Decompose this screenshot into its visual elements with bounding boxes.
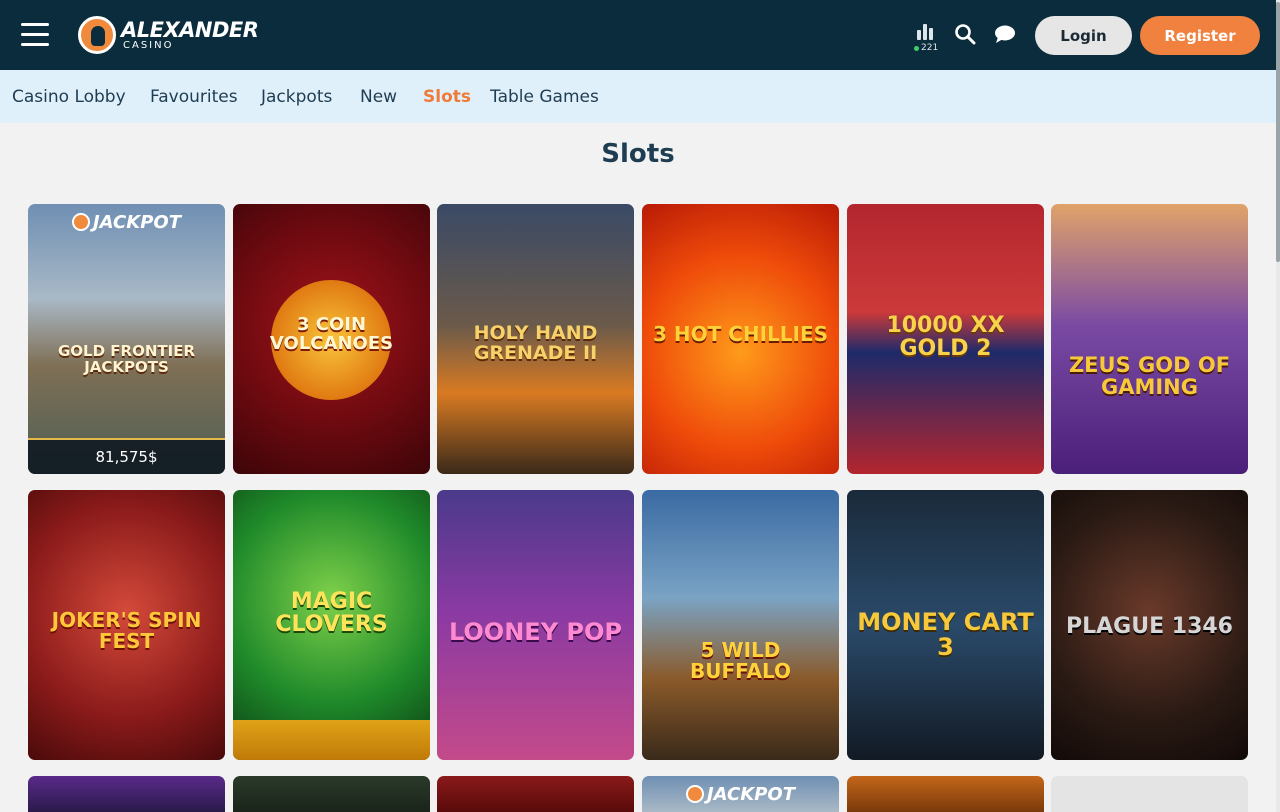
game-tile-zeus-god-of-gaming[interactable]: ZEUS GOD OF GAMING [1051,204,1248,474]
game-title: MONEY CART 3 [857,608,1034,662]
game-tile-3-hot-chillies[interactable]: 3 HOT CHILLIES [642,204,839,474]
tab-jackpots[interactable]: Jackpots [261,87,332,107]
game-title: LOONEY POP [448,618,623,646]
search-icon[interactable] [954,23,976,45]
jackpot-amount: 81,575$ [28,438,225,474]
page-scrollbar[interactable] [1276,0,1280,812]
scrollbar-thumb[interactable] [1276,2,1280,262]
game-tile-row3-2[interactable] [233,776,430,812]
game-tile-row3-3[interactable] [437,776,634,812]
game-title: ZEUS GOD OF GAMING [1068,353,1231,400]
game-tile-row3-6[interactable] [1051,776,1248,812]
game-title: 3 COIN VOLCANOES [269,314,394,354]
login-button[interactable]: Login [1035,16,1132,55]
jackpot-badge: JACKPOT [642,784,839,805]
game-title: PLAGUE 1346 [1065,614,1233,639]
logo-badge-icon [78,16,116,54]
logo-main-text: ALEXANDER [121,17,259,42]
online-count: 221 [921,43,939,53]
jackpot-logo-icon [71,213,90,231]
leaderboard-icon[interactable]: 221 [913,22,939,54]
tab-table-games[interactable]: Table Games [490,87,599,107]
game-tile-3-coin-volcanoes[interactable]: 3 COIN VOLCANOES [233,204,430,474]
menu-icon[interactable] [21,23,49,47]
game-tile-looney-pop[interactable]: LOONEY POP [437,490,634,760]
online-status-dot [914,46,919,51]
game-tile-jokers-spin-fest[interactable]: JOKER'S SPIN FEST [28,490,225,760]
game-tile-row3-4[interactable]: JACKPOT [642,776,839,812]
game-title: HOLY HAND GRENADE II [473,322,598,364]
category-nav: Casino Lobby Favourites Jackpots New Slo… [0,70,1276,123]
jackpot-badge: JACKPOT [28,212,225,233]
logo-sub-text: CASINO [123,39,174,51]
game-tile-gold-frontier-jackpots[interactable]: JACKPOT GOLD FRONTIER JACKPOTS 81,575$ [28,204,225,474]
top-header: ALEXANDER CASINO 221 Login Register [0,0,1280,70]
game-tile-row3-5[interactable] [847,776,1044,812]
game-title: 10000 XX GOLD 2 [886,313,1005,362]
chat-icon[interactable] [994,24,1016,44]
game-title: 3 HOT CHILLIES [652,322,829,346]
game-tile-holy-hand-grenade-ii[interactable]: HOLY HAND GRENADE II [437,204,634,474]
game-tile-5-wild-buffalo[interactable]: 5 WILD BUFFALO [642,490,839,760]
tab-new[interactable]: New [360,87,397,107]
register-button[interactable]: Register [1140,16,1260,55]
game-title: JOKER'S SPIN FEST [51,608,202,653]
game-title: MAGIC CLOVERS [275,589,388,638]
jackpot-logo-icon [685,785,704,803]
tab-favourites[interactable]: Favourites [150,87,238,107]
game-tile-plague[interactable]: PLAGUE 1346 [1051,490,1248,760]
game-title: 5 WILD BUFFALO [689,638,792,683]
game-tile-magic-clovers[interactable]: MAGIC CLOVERS [233,490,430,760]
game-title: GOLD FRONTIER JACKPOTS [57,342,195,376]
game-tile-row3-1[interactable] [28,776,225,812]
game-tile-money-cart-3[interactable]: MONEY CART 3 [847,490,1044,760]
tab-casino-lobby[interactable]: Casino Lobby [12,87,126,107]
game-tile-10000-xx-gold-2[interactable]: 10000 XX GOLD 2 [847,204,1044,474]
tab-slots[interactable]: Slots [423,87,471,107]
page-title: Slots [601,139,675,169]
casino-logo[interactable]: ALEXANDER CASINO [78,14,259,56]
